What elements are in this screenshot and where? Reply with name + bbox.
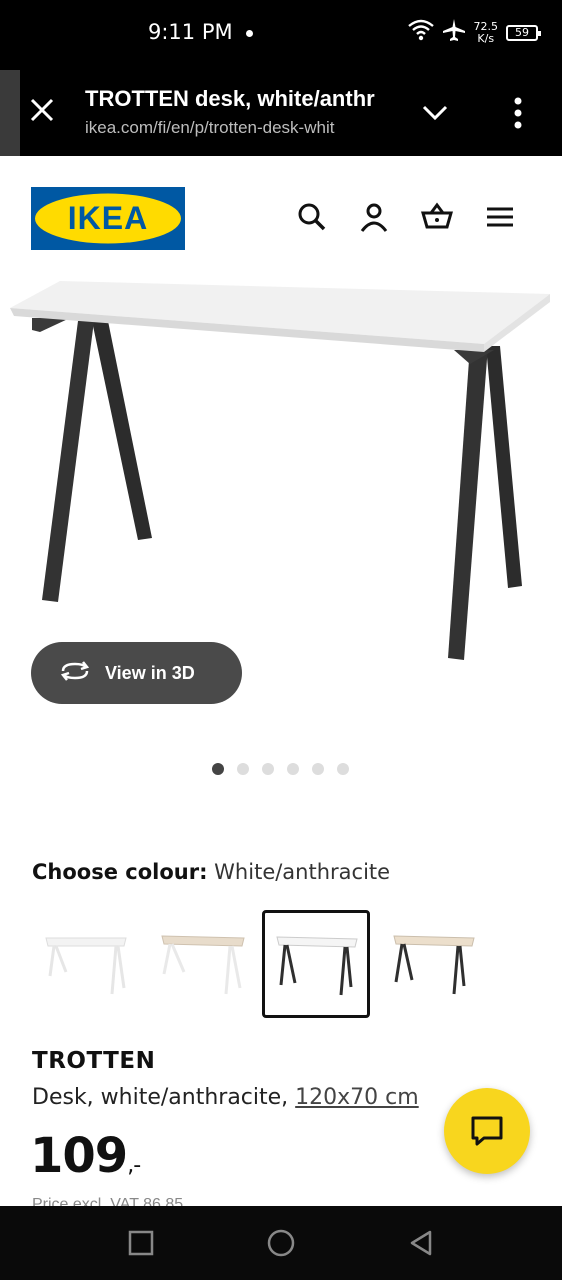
product-name: TROTTEN <box>32 1048 156 1074</box>
carousel-dot[interactable] <box>337 763 349 775</box>
swatch-beige-anthracite[interactable] <box>382 910 490 1018</box>
product-size-link[interactable]: 120x70 cm <box>295 1085 419 1110</box>
product-description-text: Desk, white/anthracite, <box>32 1085 296 1110</box>
product-description: Desk, white/anthracite, 120x70 cm <box>32 1085 419 1110</box>
view-in-3d-label: View in 3D <box>105 662 195 683</box>
colour-chooser-heading: Choose colour: White/anthracite <box>32 860 390 884</box>
swatch-beige-white[interactable] <box>150 910 258 1018</box>
product-price: 109,- <box>30 1128 141 1184</box>
carousel-dot[interactable] <box>262 763 274 775</box>
carousel-dot[interactable] <box>237 763 249 775</box>
status-icons: 72.5 K/s 59 <box>407 18 541 47</box>
colour-label: Choose colour: <box>32 860 208 884</box>
carousel-dot[interactable] <box>312 763 324 775</box>
page-url[interactable]: ikea.com/fi/en/p/trotten-desk-whit <box>85 118 395 138</box>
carousel-dot[interactable] <box>287 763 299 775</box>
status-bar: 9:11 PM 72.5 K/s 59 <box>0 0 562 70</box>
swatch-white-white[interactable] <box>32 910 140 1018</box>
battery-icon: 59 <box>506 24 541 41</box>
account-icon[interactable] <box>358 201 390 233</box>
view-in-3d-button[interactable]: View in 3D <box>31 642 242 704</box>
battery-level: 59 <box>515 25 529 39</box>
image-carousel-dots <box>212 763 349 775</box>
carousel-dot[interactable] <box>212 763 224 775</box>
home-icon[interactable] <box>266 1228 296 1258</box>
vat-line: Price excl. VAT 86.85 <box>32 1196 184 1206</box>
browser-toolbar: TROTTEN desk, white/anthr ikea.com/fi/en… <box>20 70 562 156</box>
network-speed: 72.5 K/s <box>473 19 499 45</box>
ikea-logo[interactable]: IKEA <box>31 187 185 250</box>
price-value: 109 <box>30 1128 128 1184</box>
logo-text: IKEA <box>68 200 148 236</box>
price-suffix: ,- <box>127 1153 141 1178</box>
menu-icon[interactable] <box>484 201 516 233</box>
rotate-3d-icon <box>59 660 91 687</box>
back-icon[interactable] <box>406 1228 436 1258</box>
page-title: TROTTEN desk, white/anthr <box>85 86 375 111</box>
chevron-down-icon[interactable] <box>420 100 450 126</box>
airplane-icon <box>442 18 466 47</box>
speed-unit: K/s <box>477 31 495 45</box>
colour-swatches <box>32 910 492 1020</box>
recents-icon[interactable] <box>126 1228 156 1258</box>
site-header: IKEA <box>0 156 562 266</box>
notification-dot <box>246 30 253 37</box>
more-options-icon[interactable] <box>506 96 530 130</box>
system-navigation-bar <box>0 1206 562 1280</box>
wifi-icon <box>407 19 434 46</box>
search-icon[interactable] <box>296 201 328 233</box>
speed-value: 72.5 <box>473 19 499 33</box>
chat-icon <box>471 1116 503 1146</box>
basket-icon[interactable] <box>420 201 453 233</box>
colour-value: White/anthracite <box>214 860 391 884</box>
status-time: 9:11 PM <box>148 20 233 44</box>
chat-button[interactable] <box>444 1088 530 1174</box>
swatch-white-anthracite[interactable] <box>262 910 370 1018</box>
close-icon[interactable] <box>26 94 58 126</box>
